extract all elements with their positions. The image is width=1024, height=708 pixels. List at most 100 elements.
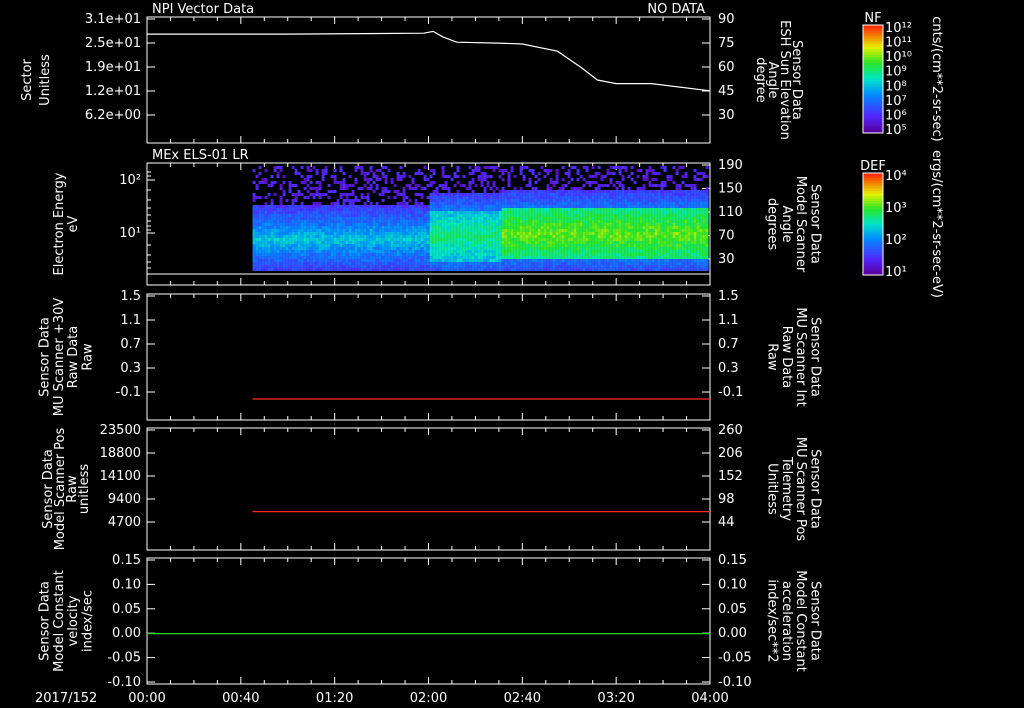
spectrogram-cell xyxy=(546,232,550,235)
spectrogram-cell xyxy=(276,241,280,244)
spectrogram-cell xyxy=(561,241,565,244)
spectrogram-cell xyxy=(525,211,529,214)
spectrogram-cell xyxy=(282,220,286,223)
spectrogram-cell xyxy=(399,232,403,235)
spectrogram-cell xyxy=(699,172,703,175)
panel-3 xyxy=(146,293,711,421)
spectrogram-cell xyxy=(678,199,682,202)
spectrogram-cell xyxy=(267,253,271,256)
spectrogram-cell xyxy=(696,193,700,196)
spectrogram-cell xyxy=(678,223,682,226)
spectrogram-cell xyxy=(525,247,529,250)
spectrogram-cell xyxy=(681,232,685,235)
spectrogram-cell xyxy=(288,250,292,253)
spectrogram-cell xyxy=(525,238,529,241)
spectrogram-cell xyxy=(666,238,670,241)
spectrogram-cell xyxy=(429,259,433,262)
spectrogram-cell xyxy=(300,226,304,229)
spectrogram-cell xyxy=(666,196,670,199)
spectrogram-cell xyxy=(273,223,277,226)
spectrogram-cell xyxy=(306,238,310,241)
spectrogram-cell xyxy=(630,232,634,235)
spectrogram-cell xyxy=(372,175,376,178)
spectrogram-cell xyxy=(354,196,358,199)
spectrogram-cell xyxy=(477,211,481,214)
spectrogram-cell xyxy=(366,199,370,202)
spectrogram-cell xyxy=(546,208,550,211)
spectrogram-cell xyxy=(696,244,700,247)
spectrogram-cell xyxy=(363,178,367,181)
spectrogram-cell xyxy=(510,193,514,196)
spectrogram-cell xyxy=(486,256,490,259)
spectrogram-cell xyxy=(591,250,595,253)
spectrogram-cell xyxy=(312,214,316,217)
spectrogram-cell xyxy=(402,208,406,211)
spectrogram-cell xyxy=(267,226,271,229)
spectrogram-cell xyxy=(405,214,409,217)
spectrogram-cell xyxy=(582,250,586,253)
spectrogram-cell xyxy=(483,205,487,208)
spectrogram-cell xyxy=(333,178,337,181)
spectrogram-cell xyxy=(636,205,640,208)
spectrogram-cell xyxy=(369,259,373,262)
spectrogram-cell xyxy=(450,226,454,229)
spectrogram-cell xyxy=(441,262,445,265)
spectrogram-cell xyxy=(534,175,538,178)
spectrogram-cell xyxy=(492,181,496,184)
spectrogram-cell xyxy=(408,226,412,229)
spectrogram-cell xyxy=(384,232,388,235)
spectrogram-cell xyxy=(651,193,655,196)
spectrogram-cell xyxy=(438,244,442,247)
spectrogram-cell xyxy=(696,229,700,232)
spectrogram-cell xyxy=(411,241,415,244)
spectrogram-cell xyxy=(546,250,550,253)
spectrogram-cell xyxy=(618,250,622,253)
spectrogram-cell xyxy=(321,223,325,226)
spectrogram-cell xyxy=(396,220,400,223)
spectrogram-cell xyxy=(681,208,685,211)
spectrogram-cell xyxy=(273,214,277,217)
spectrogram-cell xyxy=(651,196,655,199)
spectrogram-cell xyxy=(576,217,580,220)
spectrogram-cell xyxy=(525,184,529,187)
spectrogram-cell xyxy=(372,268,376,271)
spectrogram-cell xyxy=(573,259,577,262)
spectrogram-cell xyxy=(684,193,688,196)
spectrogram-cell xyxy=(327,259,331,262)
spectrogram-cell xyxy=(567,262,571,265)
spectrogram-cell xyxy=(579,268,583,271)
spectrogram-cell xyxy=(525,235,529,238)
spectrogram-cell xyxy=(339,211,343,214)
spectrogram-cell xyxy=(399,175,403,178)
spectrogram-cell xyxy=(504,226,508,229)
spectrogram-cell xyxy=(402,253,406,256)
spectrogram-cell xyxy=(675,229,679,232)
spectrogram-cell xyxy=(636,256,640,259)
spectrogram-cell xyxy=(447,247,451,250)
spectrogram-cell xyxy=(621,190,625,193)
spectrogram-cell xyxy=(399,253,403,256)
spectrogram-cell xyxy=(606,244,610,247)
spectrogram-cell xyxy=(261,256,265,259)
spectrogram-cell xyxy=(303,253,307,256)
spectrogram-cell xyxy=(666,262,670,265)
spectrogram-cell xyxy=(252,262,256,265)
spectrogram-cell xyxy=(381,232,385,235)
spectrogram-cell xyxy=(552,208,556,211)
spectrogram-cell xyxy=(501,244,505,247)
spectrogram-cell xyxy=(441,241,445,244)
spectrogram-cell xyxy=(471,253,475,256)
spectrogram-cell xyxy=(564,229,568,232)
spectrogram-cell xyxy=(630,223,634,226)
spectrogram-cell xyxy=(684,259,688,262)
spectrogram-cell xyxy=(261,214,265,217)
y-tick-label-left: 1.9e+01 xyxy=(85,60,141,75)
spectrogram-cell xyxy=(483,220,487,223)
spectrogram-cell xyxy=(564,190,568,193)
spectrogram-cell xyxy=(636,175,640,178)
spectrogram-cell xyxy=(585,181,589,184)
spectrogram-cell xyxy=(297,238,301,241)
spectrogram-cell xyxy=(483,250,487,253)
spectrogram-cell xyxy=(402,196,406,199)
spectrogram-cell xyxy=(636,187,640,190)
